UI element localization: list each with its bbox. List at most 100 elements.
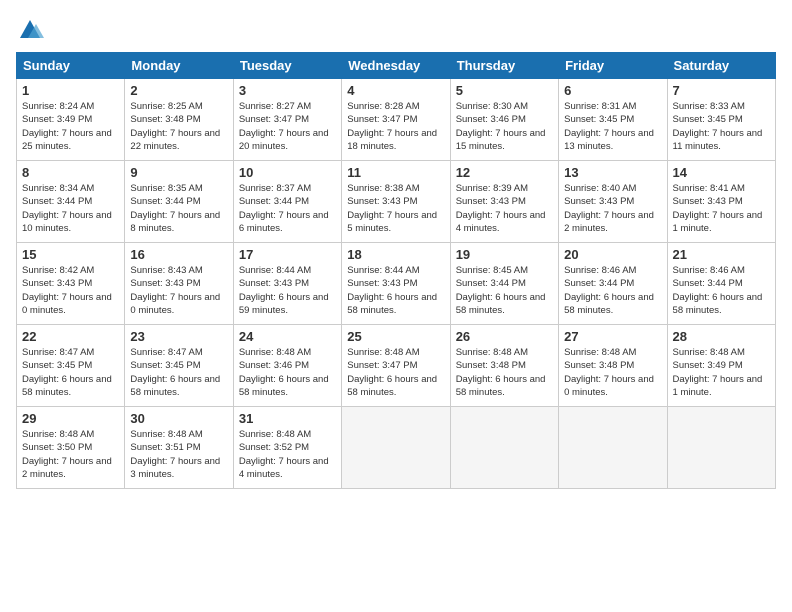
day-info: Sunrise: 8:43 AM Sunset: 3:43 PM Dayligh… — [130, 264, 227, 317]
day-info: Sunrise: 8:48 AM Sunset: 3:50 PM Dayligh… — [22, 428, 119, 481]
day-info: Sunrise: 8:44 AM Sunset: 3:43 PM Dayligh… — [347, 264, 444, 317]
calendar-cell: 30 Sunrise: 8:48 AM Sunset: 3:51 PM Dayl… — [125, 407, 233, 489]
day-number: 27 — [564, 329, 661, 344]
calendar-cell: 7 Sunrise: 8:33 AM Sunset: 3:45 PM Dayli… — [667, 79, 775, 161]
calendar-cell: 5 Sunrise: 8:30 AM Sunset: 3:46 PM Dayli… — [450, 79, 558, 161]
calendar-cell: 23 Sunrise: 8:47 AM Sunset: 3:45 PM Dayl… — [125, 325, 233, 407]
day-number: 26 — [456, 329, 553, 344]
day-number: 11 — [347, 165, 444, 180]
day-info: Sunrise: 8:28 AM Sunset: 3:47 PM Dayligh… — [347, 100, 444, 153]
col-header-sunday: Sunday — [17, 53, 125, 79]
calendar: SundayMondayTuesdayWednesdayThursdayFrid… — [16, 52, 776, 489]
day-number: 24 — [239, 329, 336, 344]
calendar-cell: 26 Sunrise: 8:48 AM Sunset: 3:48 PM Dayl… — [450, 325, 558, 407]
logo-icon — [16, 16, 44, 44]
day-info: Sunrise: 8:47 AM Sunset: 3:45 PM Dayligh… — [22, 346, 119, 399]
day-info: Sunrise: 8:33 AM Sunset: 3:45 PM Dayligh… — [673, 100, 770, 153]
col-header-wednesday: Wednesday — [342, 53, 450, 79]
day-info: Sunrise: 8:40 AM Sunset: 3:43 PM Dayligh… — [564, 182, 661, 235]
day-info: Sunrise: 8:39 AM Sunset: 3:43 PM Dayligh… — [456, 182, 553, 235]
day-number: 4 — [347, 83, 444, 98]
day-info: Sunrise: 8:44 AM Sunset: 3:43 PM Dayligh… — [239, 264, 336, 317]
col-header-thursday: Thursday — [450, 53, 558, 79]
day-info: Sunrise: 8:27 AM Sunset: 3:47 PM Dayligh… — [239, 100, 336, 153]
col-header-monday: Monday — [125, 53, 233, 79]
day-info: Sunrise: 8:48 AM Sunset: 3:52 PM Dayligh… — [239, 428, 336, 481]
day-number: 18 — [347, 247, 444, 262]
day-number: 10 — [239, 165, 336, 180]
day-number: 25 — [347, 329, 444, 344]
calendar-cell: 15 Sunrise: 8:42 AM Sunset: 3:43 PM Dayl… — [17, 243, 125, 325]
calendar-cell: 20 Sunrise: 8:46 AM Sunset: 3:44 PM Dayl… — [559, 243, 667, 325]
calendar-cell — [559, 407, 667, 489]
day-number: 16 — [130, 247, 227, 262]
calendar-cell: 19 Sunrise: 8:45 AM Sunset: 3:44 PM Dayl… — [450, 243, 558, 325]
day-info: Sunrise: 8:48 AM Sunset: 3:48 PM Dayligh… — [456, 346, 553, 399]
day-number: 21 — [673, 247, 770, 262]
calendar-cell: 16 Sunrise: 8:43 AM Sunset: 3:43 PM Dayl… — [125, 243, 233, 325]
day-info: Sunrise: 8:34 AM Sunset: 3:44 PM Dayligh… — [22, 182, 119, 235]
calendar-cell: 18 Sunrise: 8:44 AM Sunset: 3:43 PM Dayl… — [342, 243, 450, 325]
day-number: 5 — [456, 83, 553, 98]
calendar-cell: 8 Sunrise: 8:34 AM Sunset: 3:44 PM Dayli… — [17, 161, 125, 243]
calendar-cell: 17 Sunrise: 8:44 AM Sunset: 3:43 PM Dayl… — [233, 243, 341, 325]
calendar-cell: 21 Sunrise: 8:46 AM Sunset: 3:44 PM Dayl… — [667, 243, 775, 325]
day-info: Sunrise: 8:48 AM Sunset: 3:48 PM Dayligh… — [564, 346, 661, 399]
day-number: 12 — [456, 165, 553, 180]
day-info: Sunrise: 8:48 AM Sunset: 3:47 PM Dayligh… — [347, 346, 444, 399]
day-number: 19 — [456, 247, 553, 262]
day-info: Sunrise: 8:42 AM Sunset: 3:43 PM Dayligh… — [22, 264, 119, 317]
calendar-cell: 3 Sunrise: 8:27 AM Sunset: 3:47 PM Dayli… — [233, 79, 341, 161]
day-number: 7 — [673, 83, 770, 98]
calendar-cell: 6 Sunrise: 8:31 AM Sunset: 3:45 PM Dayli… — [559, 79, 667, 161]
calendar-cell: 31 Sunrise: 8:48 AM Sunset: 3:52 PM Dayl… — [233, 407, 341, 489]
calendar-cell: 24 Sunrise: 8:48 AM Sunset: 3:46 PM Dayl… — [233, 325, 341, 407]
day-info: Sunrise: 8:37 AM Sunset: 3:44 PM Dayligh… — [239, 182, 336, 235]
day-number: 30 — [130, 411, 227, 426]
calendar-cell: 11 Sunrise: 8:38 AM Sunset: 3:43 PM Dayl… — [342, 161, 450, 243]
calendar-cell — [450, 407, 558, 489]
day-number: 28 — [673, 329, 770, 344]
day-info: Sunrise: 8:48 AM Sunset: 3:49 PM Dayligh… — [673, 346, 770, 399]
day-number: 13 — [564, 165, 661, 180]
col-header-tuesday: Tuesday — [233, 53, 341, 79]
col-header-saturday: Saturday — [667, 53, 775, 79]
calendar-cell: 4 Sunrise: 8:28 AM Sunset: 3:47 PM Dayli… — [342, 79, 450, 161]
calendar-cell: 25 Sunrise: 8:48 AM Sunset: 3:47 PM Dayl… — [342, 325, 450, 407]
calendar-cell: 1 Sunrise: 8:24 AM Sunset: 3:49 PM Dayli… — [17, 79, 125, 161]
day-number: 31 — [239, 411, 336, 426]
day-number: 3 — [239, 83, 336, 98]
logo — [16, 16, 48, 44]
calendar-cell: 27 Sunrise: 8:48 AM Sunset: 3:48 PM Dayl… — [559, 325, 667, 407]
calendar-cell: 9 Sunrise: 8:35 AM Sunset: 3:44 PM Dayli… — [125, 161, 233, 243]
calendar-cell: 2 Sunrise: 8:25 AM Sunset: 3:48 PM Dayli… — [125, 79, 233, 161]
day-info: Sunrise: 8:48 AM Sunset: 3:46 PM Dayligh… — [239, 346, 336, 399]
calendar-cell: 10 Sunrise: 8:37 AM Sunset: 3:44 PM Dayl… — [233, 161, 341, 243]
day-info: Sunrise: 8:46 AM Sunset: 3:44 PM Dayligh… — [564, 264, 661, 317]
day-info: Sunrise: 8:45 AM Sunset: 3:44 PM Dayligh… — [456, 264, 553, 317]
calendar-cell — [667, 407, 775, 489]
day-info: Sunrise: 8:48 AM Sunset: 3:51 PM Dayligh… — [130, 428, 227, 481]
day-number: 14 — [673, 165, 770, 180]
day-number: 17 — [239, 247, 336, 262]
calendar-cell — [342, 407, 450, 489]
calendar-cell: 13 Sunrise: 8:40 AM Sunset: 3:43 PM Dayl… — [559, 161, 667, 243]
day-number: 29 — [22, 411, 119, 426]
calendar-cell: 28 Sunrise: 8:48 AM Sunset: 3:49 PM Dayl… — [667, 325, 775, 407]
day-number: 15 — [22, 247, 119, 262]
calendar-cell: 14 Sunrise: 8:41 AM Sunset: 3:43 PM Dayl… — [667, 161, 775, 243]
day-info: Sunrise: 8:41 AM Sunset: 3:43 PM Dayligh… — [673, 182, 770, 235]
calendar-cell: 12 Sunrise: 8:39 AM Sunset: 3:43 PM Dayl… — [450, 161, 558, 243]
day-number: 23 — [130, 329, 227, 344]
day-info: Sunrise: 8:30 AM Sunset: 3:46 PM Dayligh… — [456, 100, 553, 153]
day-number: 6 — [564, 83, 661, 98]
day-number: 1 — [22, 83, 119, 98]
day-info: Sunrise: 8:24 AM Sunset: 3:49 PM Dayligh… — [22, 100, 119, 153]
day-number: 22 — [22, 329, 119, 344]
day-number: 20 — [564, 247, 661, 262]
day-info: Sunrise: 8:38 AM Sunset: 3:43 PM Dayligh… — [347, 182, 444, 235]
calendar-cell: 22 Sunrise: 8:47 AM Sunset: 3:45 PM Dayl… — [17, 325, 125, 407]
day-info: Sunrise: 8:46 AM Sunset: 3:44 PM Dayligh… — [673, 264, 770, 317]
day-number: 8 — [22, 165, 119, 180]
day-info: Sunrise: 8:31 AM Sunset: 3:45 PM Dayligh… — [564, 100, 661, 153]
